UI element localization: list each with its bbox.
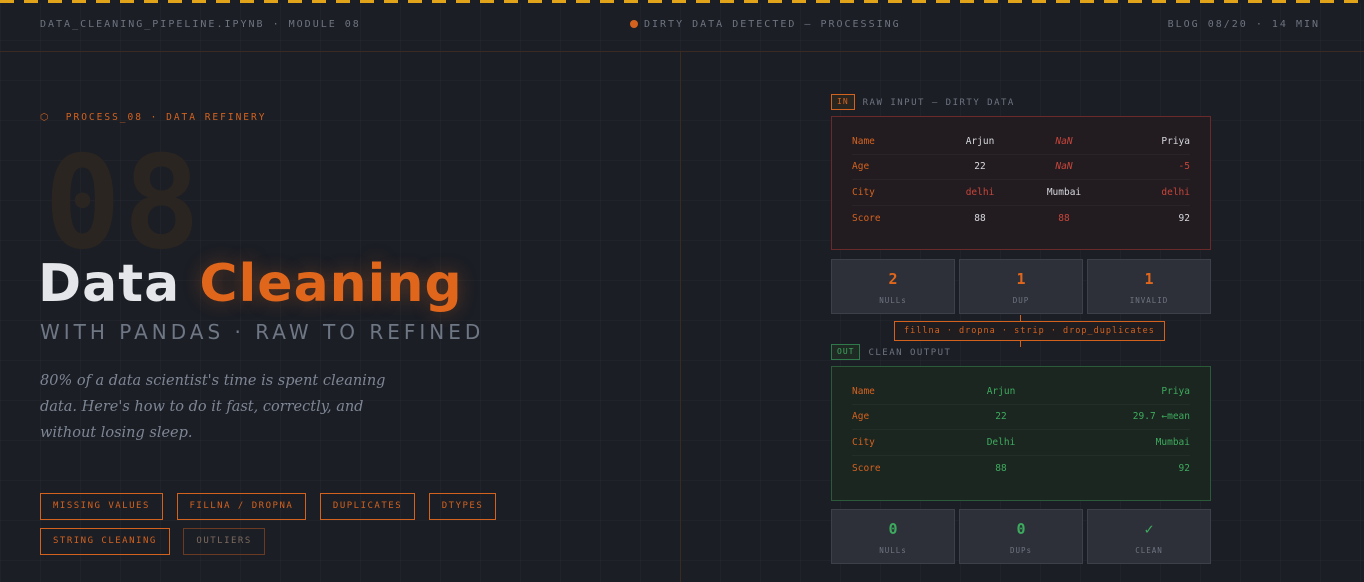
page-title: Data Cleaning xyxy=(38,258,463,310)
title-word-cleaning: Cleaning xyxy=(199,254,463,314)
cell: Mumbai xyxy=(1046,186,1082,198)
stat-value: 2 xyxy=(888,270,898,288)
cell-duplicate: 88 xyxy=(1058,212,1070,224)
cell-invalid: -5 xyxy=(1178,161,1190,173)
row-key: City xyxy=(852,186,875,198)
cell-bad-case: delhi xyxy=(1161,186,1190,198)
row-key: Age xyxy=(852,411,870,423)
checkmark-icon: ✓ xyxy=(1144,520,1154,538)
raw-label-text: RAW INPUT — DIRTY DATA xyxy=(862,98,1015,108)
lede-paragraph: 80% of a data scientist's time is spent … xyxy=(40,373,386,441)
tag-missing-values[interactable]: MISSING VALUES xyxy=(40,493,163,520)
raw-data-table: Name Arjun NaN Priya Age 22 NaN -5 City … xyxy=(831,116,1211,250)
table-row: City delhi Mumbai delhi xyxy=(852,180,1190,206)
row-key: Age xyxy=(852,161,870,173)
cell: Delhi xyxy=(986,436,1016,448)
column-divider xyxy=(680,52,681,582)
row-key: Name xyxy=(852,135,875,147)
stat-value: 1 xyxy=(1016,270,1026,288)
table-row: Score 88 92 xyxy=(852,456,1190,482)
module-number-watermark: 08 xyxy=(44,129,203,278)
stat-label: NULLs xyxy=(879,296,907,305)
status-indicator: DIRTY DATA DETECTED — PROCESSING xyxy=(630,19,901,30)
tag-outliers[interactable]: OUTLIERS xyxy=(183,528,265,555)
out-badge: OUT xyxy=(831,344,861,360)
table-row: Score 88 88 92 xyxy=(852,206,1190,232)
eyebrow: ⬡ PROCESS_08 · DATA REFINERY xyxy=(40,112,266,123)
cell: 29.7 ←mean xyxy=(1132,411,1190,423)
cell: 88 xyxy=(995,462,1007,474)
cell: 88 xyxy=(974,212,986,224)
subtitle: WITH PANDAS · RAW TO REFINED xyxy=(40,320,485,344)
clean-stats: 0 NULLs 0 DUPs ✓ CLEAN xyxy=(831,509,1211,564)
status-text: DIRTY DATA DETECTED — PROCESSING xyxy=(644,19,901,30)
raw-section-label: IN RAW INPUT — DIRTY DATA xyxy=(831,94,1015,110)
stat-label: DUPs xyxy=(1009,546,1033,555)
title-word-data: Data xyxy=(38,254,181,314)
clean-data-table: Name Arjun Priya Age 22 29.7 ←mean City … xyxy=(831,366,1211,501)
hexagon-icon: ⬡ xyxy=(40,112,51,123)
cell: Priya xyxy=(1161,135,1190,147)
topic-tags: MISSING VALUES FILLNA / DROPNA DUPLICATE… xyxy=(40,493,610,563)
cell: Arjun xyxy=(965,135,995,147)
in-badge: IN xyxy=(831,94,855,110)
stat-label: NULLs xyxy=(879,546,907,555)
status-dot-icon xyxy=(630,20,638,28)
stat-dup: 1 DUP xyxy=(959,259,1083,314)
stat-value: 0 xyxy=(1016,520,1026,538)
cell: 92 xyxy=(1178,462,1190,474)
cell: Mumbai xyxy=(1155,436,1190,448)
stat-nulls: 2 NULLs xyxy=(831,259,955,314)
cell-null: NaN xyxy=(1055,161,1073,173)
stat-label: DUP xyxy=(1012,296,1030,305)
table-row: City Delhi Mumbai xyxy=(852,430,1190,456)
cell: 92 xyxy=(1178,212,1190,224)
operations-pipeline: fillna · dropna · strip · drop_duplicate… xyxy=(894,315,1165,347)
cell: Priya xyxy=(1161,385,1190,397)
post-meta: BLOG 08/20 · 14 MIN xyxy=(1167,19,1320,30)
stat-value: 0 xyxy=(888,520,898,538)
cell: 22 xyxy=(995,411,1007,423)
row-key: City xyxy=(852,436,875,448)
clean-label-text: CLEAN OUTPUT xyxy=(868,348,952,358)
tag-string-cleaning[interactable]: STRING CLEANING xyxy=(40,528,170,555)
table-row: Name Arjun Priya xyxy=(852,379,1190,405)
cell: Arjun xyxy=(986,385,1016,397)
tag-fillna-dropna[interactable]: FILLNA / DROPNA xyxy=(176,493,307,520)
stat-label: CLEAN xyxy=(1135,546,1163,555)
table-row: Age 22 29.7 ←mean xyxy=(852,405,1190,431)
stat-label: INVALID xyxy=(1129,296,1169,305)
row-key: Score xyxy=(852,462,881,474)
file-label: DATA_CLEANING_PIPELINE.IPYNB · MODULE 08 xyxy=(40,19,361,30)
stat-invalid: 1 INVALID xyxy=(1087,259,1211,314)
row-key: Score xyxy=(852,212,881,224)
clean-section-label: OUT CLEAN OUTPUT xyxy=(831,344,951,360)
tag-dtypes[interactable]: DTYPES xyxy=(428,493,497,520)
eyebrow-text: PROCESS_08 · DATA REFINERY xyxy=(65,112,267,123)
stat-clean: ✓ CLEAN xyxy=(1087,509,1211,564)
raw-stats: 2 NULLs 1 DUP 1 INVALID xyxy=(831,259,1211,314)
row-key: Name xyxy=(852,385,875,397)
cell-bad-case: delhi xyxy=(965,186,995,198)
table-row: Age 22 NaN -5 xyxy=(852,155,1190,181)
tag-duplicates[interactable]: DUPLICATES xyxy=(319,493,416,520)
top-bar: DATA_CLEANING_PIPELINE.IPYNB · MODULE 08… xyxy=(0,0,1364,52)
table-row: Name Arjun NaN Priya xyxy=(852,129,1190,155)
stat-nulls-clean: 0 NULLs xyxy=(831,509,955,564)
stat-dups-clean: 0 DUPs xyxy=(959,509,1083,564)
cell-null: NaN xyxy=(1055,135,1073,147)
stat-value: 1 xyxy=(1144,270,1154,288)
cell: 22 xyxy=(974,161,986,173)
